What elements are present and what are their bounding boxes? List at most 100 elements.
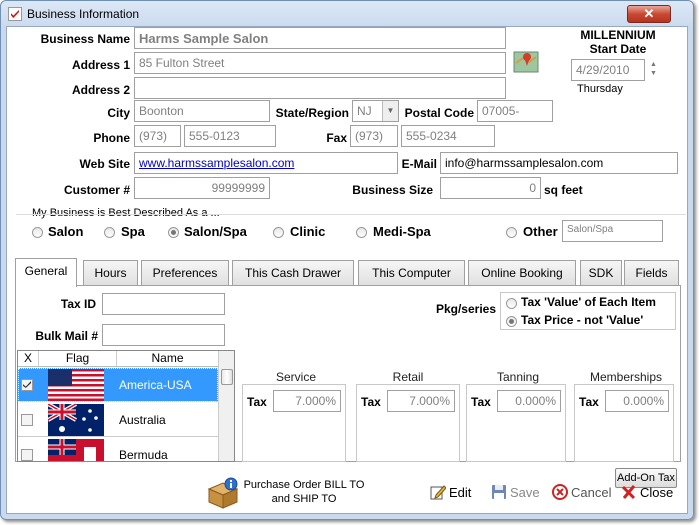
tab-fields[interactable]: Fields — [624, 260, 679, 285]
other-label: Other — [523, 224, 558, 239]
start-date-label: Start Date — [589, 42, 647, 56]
city-label: City — [107, 106, 130, 120]
start-weekday: Thursday — [577, 83, 623, 95]
state-label: State/Region — [275, 106, 349, 120]
grid-header-name[interactable]: Name — [116, 351, 218, 367]
customer-number-label: Customer # — [63, 183, 130, 197]
salon-spa-radio[interactable] — [168, 227, 179, 238]
business-type-divider — [16, 214, 686, 215]
business-size-label: Business Size — [352, 183, 433, 197]
clinic-label: Clinic — [290, 224, 326, 239]
pkg-series-group: Tax 'Value' of Each Item Tax Price - not… — [500, 292, 676, 330]
bulk-mail-field[interactable] — [102, 324, 225, 346]
australia-flag-icon — [48, 404, 104, 436]
customer-number-field[interactable]: 99999999 — [134, 177, 270, 199]
grid-header-flag[interactable]: Flag — [38, 351, 116, 367]
memberships-tax-group: Tax 0.000% — [574, 384, 674, 462]
other-radio[interactable] — [506, 227, 517, 238]
country-grid[interactable]: X Flag Name America-USA Australia Bermud… — [17, 350, 235, 462]
bulk-mail-label: Bulk Mail # — [35, 329, 98, 343]
purchase-order-link[interactable]: Purchase Order BILL TO and SHIP TO — [239, 478, 369, 506]
map-icon[interactable] — [513, 49, 539, 75]
tanning-tax-label: Tax — [471, 395, 491, 409]
phone-area-field[interactable]: (973) — [134, 125, 181, 147]
tax-price-label: Tax Price - not 'Value' — [521, 313, 644, 327]
purchase-order-box-icon[interactable] — [207, 477, 239, 509]
spa-radio[interactable] — [104, 227, 115, 238]
tab-general[interactable]: General — [15, 258, 77, 287]
tab-sdk[interactable]: SDK — [580, 260, 622, 285]
row-checkbox[interactable] — [21, 449, 33, 461]
address1-field[interactable]: 85 Fulton Street — [134, 52, 506, 74]
country-name: Bermuda — [119, 448, 168, 462]
service-tax-field[interactable]: 7.000% — [273, 390, 341, 412]
millennium-start-date-title: MILLENNIUM Start Date — [573, 28, 663, 56]
business-name-field[interactable]: Harms Sample Salon — [134, 27, 506, 49]
tab-preferences[interactable]: Preferences — [141, 260, 229, 285]
state-select[interactable]: NJ ▼ — [352, 100, 399, 122]
tax-id-field[interactable] — [102, 293, 225, 315]
fax-area-field[interactable]: (973) — [350, 125, 398, 147]
memberships-tax-field[interactable]: 0.000% — [605, 390, 669, 412]
phone-number-field[interactable]: 555-0123 — [184, 125, 276, 147]
email-label: E-Mail — [401, 157, 437, 171]
postal-code-field[interactable]: 07005- — [477, 100, 553, 122]
tab-hours[interactable]: Hours — [83, 260, 138, 285]
grid-header-x[interactable]: X — [18, 351, 38, 367]
chevron-down-icon[interactable]: ▼ — [382, 101, 398, 121]
tab-online-booking[interactable]: Online Booking — [468, 260, 576, 285]
state-value: NJ — [357, 104, 372, 118]
medi-spa-radio[interactable] — [356, 227, 367, 238]
edit-pencil-icon — [430, 484, 447, 503]
medi-spa-label: Medi-Spa — [373, 224, 431, 239]
close-button[interactable]: Close — [621, 484, 673, 503]
window-close-button[interactable]: ✕ — [627, 5, 671, 23]
table-row[interactable]: Australia — [18, 403, 218, 437]
bermuda-flag-icon — [48, 439, 104, 461]
business-information-window: Business Information ✕ Business Name Har… — [0, 0, 694, 520]
scrollbar-thumb[interactable] — [221, 369, 233, 385]
fax-number-field[interactable]: 555-0234 — [401, 125, 495, 147]
retail-tax-group: Tax 7.000% — [356, 384, 460, 462]
tax-value-radio[interactable] — [506, 298, 517, 309]
other-type-field[interactable]: Salon/Spa — [562, 220, 663, 242]
salon-radio[interactable] — [32, 227, 43, 238]
service-tax-group: Tax 7.000% — [242, 384, 346, 462]
clinic-radio[interactable] — [273, 227, 284, 238]
tab-this-cash-drawer[interactable]: This Cash Drawer — [232, 260, 354, 285]
retail-tax-field[interactable]: 7.000% — [387, 390, 455, 412]
postal-code-label: Postal Code — [404, 106, 474, 120]
service-tax-label: Tax — [247, 395, 267, 409]
cancel-icon — [552, 484, 568, 503]
website-field[interactable]: www.harmssamplesalon.com — [134, 152, 398, 174]
table-row[interactable]: Bermuda — [18, 438, 218, 462]
cancel-button[interactable]: Cancel — [552, 484, 611, 503]
table-row[interactable]: America-USA — [18, 368, 218, 402]
business-type-caption: My Business is Best Described As a ... — [32, 207, 220, 219]
date-spinner[interactable]: ▲ ▼ — [650, 60, 657, 78]
country-name: Australia — [119, 413, 166, 427]
salon-spa-label: Salon/Spa — [184, 224, 247, 239]
grid-scrollbar[interactable] — [218, 351, 234, 461]
fax-label: Fax — [326, 131, 347, 145]
service-tax-title: Service — [275, 370, 316, 384]
tanning-tax-title: Tanning — [496, 370, 540, 384]
business-size-field[interactable]: 0 — [440, 177, 541, 199]
city-field[interactable]: Boonton — [134, 100, 270, 122]
edit-label: Edit — [449, 484, 472, 500]
edit-button[interactable]: Edit — [430, 484, 471, 503]
tax-price-radio[interactable] — [506, 316, 517, 327]
address2-field[interactable] — [134, 77, 506, 99]
tab-this-computer[interactable]: This Computer — [358, 260, 465, 285]
window-title: Business Information — [27, 7, 140, 21]
row-checkbox[interactable] — [21, 414, 33, 426]
business-name-label: Business Name — [40, 32, 130, 46]
email-field[interactable]: info@harmssamplesalon.com — [440, 152, 678, 174]
tanning-tax-field[interactable]: 0.000% — [497, 390, 561, 412]
save-button[interactable]: Save — [491, 484, 540, 503]
address2-label: Address 2 — [71, 83, 130, 97]
tax-id-label: Tax ID — [60, 297, 96, 311]
purchase-order-line2: and SHIP TO — [271, 493, 337, 505]
start-date-field[interactable]: 4/29/2010 — [571, 59, 645, 81]
row-focus — [18, 368, 218, 402]
